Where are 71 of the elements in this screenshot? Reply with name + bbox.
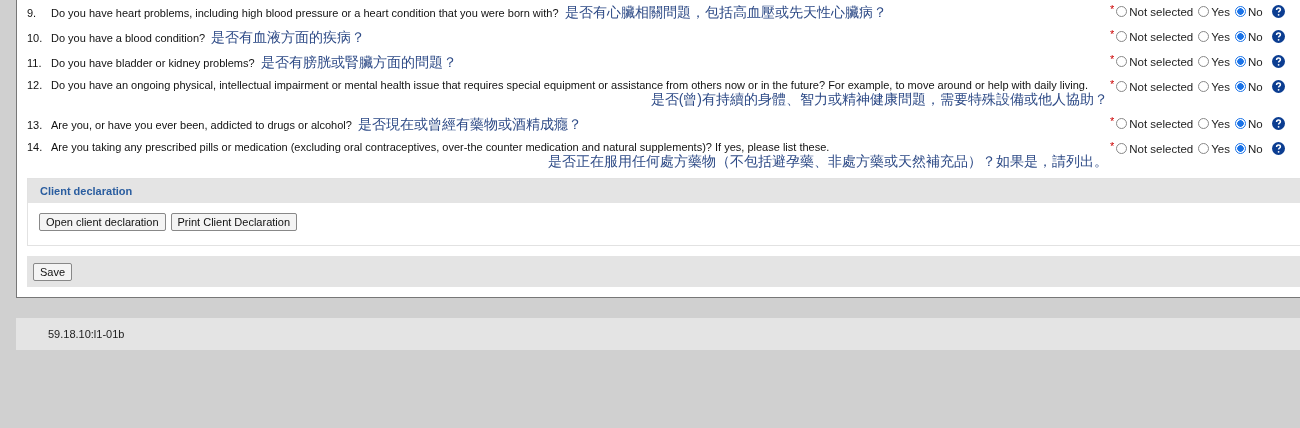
radio-button[interactable]	[1198, 81, 1210, 92]
radio-button[interactable]	[1116, 143, 1128, 154]
declaration-button[interactable]: Open client declaration	[39, 213, 166, 231]
radio-button[interactable]	[1116, 56, 1128, 67]
radio-label: Not selected	[1129, 5, 1194, 18]
radio-button[interactable]	[1198, 6, 1210, 17]
question-number: 9.	[27, 7, 38, 19]
required-marker: *	[1110, 117, 1115, 125]
question-number: 10.	[27, 32, 44, 44]
declaration-button[interactable]: Print Client Declaration	[170, 213, 297, 231]
radio-button[interactable]	[1235, 143, 1246, 154]
question-translation: 是否有血液方面的疾病？	[211, 29, 366, 47]
question-text: Do you have bladder or kidney problems?	[51, 57, 255, 69]
help-icon[interactable]	[1271, 30, 1285, 43]
help-icon[interactable]	[1271, 55, 1285, 68]
required-marker: *	[1110, 142, 1115, 150]
radio-label: Not selected	[1129, 142, 1194, 155]
radio-label: Not selected	[1129, 80, 1194, 93]
radio-label: Yes	[1211, 5, 1230, 18]
question-text: Are you, or have you ever been, addicted to drugs or alcohol?	[51, 119, 352, 131]
question-translation: 是否正在服用任何處方藥物（不包括避孕藥、非處方藥或天然補充品）？如果是，請列出。	[548, 153, 1108, 171]
question-text: Do you have an ongoing physical, intellectual impairment or mental health issue that requires special equipment or assistance from others now or in the future? For example, to move around or help with daily living.	[51, 79, 1088, 91]
question-translation: 是否有膀胱或腎臟方面的問題？	[260, 54, 457, 72]
question-number: 11.	[27, 57, 43, 69]
radio-button[interactable]	[1116, 118, 1128, 129]
radio-label: Yes	[1211, 30, 1230, 43]
radio-label: Not selected	[1129, 30, 1194, 43]
radio-label: Not selected	[1129, 117, 1194, 130]
radio-label: No	[1248, 80, 1263, 93]
required-marker: *	[1110, 55, 1115, 63]
help-icon[interactable]	[1271, 80, 1285, 93]
question-translation: 是否(曾)有持續的身體、智力或精神健康問題，需要特殊設備或他人協助？	[650, 91, 1108, 109]
save-button[interactable]: Save	[33, 263, 73, 281]
question-text: Do you have a blood condition?	[51, 32, 206, 44]
radio-label: Yes	[1211, 55, 1230, 68]
required-marker: *	[1110, 30, 1115, 38]
help-icon[interactable]	[1271, 5, 1285, 18]
help-icon[interactable]	[1271, 142, 1285, 155]
radio-button[interactable]	[1235, 118, 1246, 129]
radio-label: Yes	[1211, 117, 1230, 130]
radio-button[interactable]	[1116, 81, 1128, 92]
radio-button[interactable]	[1235, 31, 1246, 42]
question-text: Do you have heart problems, including high blood pressure or a heart condition that you were born with?	[51, 7, 559, 19]
question-number: 12.	[27, 79, 44, 91]
radio-label: Not selected	[1129, 55, 1194, 68]
question-number: 14.	[27, 141, 44, 153]
required-marker: *	[1110, 80, 1115, 88]
radio-button[interactable]	[1116, 6, 1128, 17]
radio-label: No	[1248, 5, 1263, 18]
question-translation: 是否現在或曾經有藥物或酒精成癮？	[357, 116, 582, 134]
radio-button[interactable]	[1198, 143, 1210, 154]
radio-label: No	[1248, 30, 1263, 43]
help-icon[interactable]	[1271, 117, 1285, 130]
radio-button[interactable]	[1235, 56, 1246, 67]
radio-button[interactable]	[1235, 81, 1246, 92]
radio-button[interactable]	[1198, 31, 1210, 42]
radio-label: No	[1248, 55, 1263, 68]
radio-label: Yes	[1211, 142, 1230, 155]
radio-button[interactable]	[1198, 118, 1210, 129]
question-text: Are you taking any prescribed pills or medication (excluding oral contraceptives, over-the counter medication and natural supplements)? If yes, please list these.	[51, 141, 830, 153]
radio-label: Yes	[1211, 80, 1230, 93]
radio-button[interactable]	[1198, 56, 1210, 67]
radio-label: No	[1248, 117, 1263, 130]
required-marker: *	[1110, 5, 1115, 13]
radio-button[interactable]	[1235, 6, 1246, 17]
section-title: Client declaration	[28, 179, 1300, 203]
question-translation: 是否有心臟相關問題，包括高血壓或先天性心臟病？	[564, 4, 887, 22]
question-number: 13.	[27, 119, 44, 131]
radio-label: No	[1248, 142, 1263, 155]
version-text: 59.18.10:l1-01b	[16, 318, 1300, 350]
radio-button[interactable]	[1116, 31, 1128, 42]
